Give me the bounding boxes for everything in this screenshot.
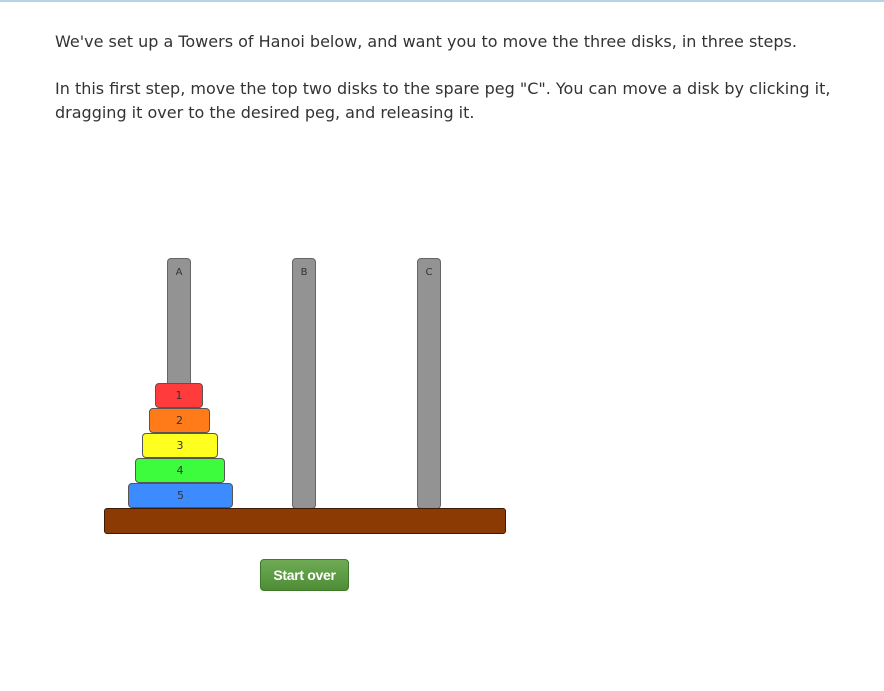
disk-4[interactable]: 4 bbox=[135, 458, 225, 483]
disk-2[interactable]: 2 bbox=[149, 408, 210, 433]
disk-4-label: 4 bbox=[176, 464, 184, 477]
disk-2-label: 2 bbox=[176, 414, 183, 427]
disk-3[interactable]: 3 bbox=[142, 433, 218, 458]
start-over-button[interactable]: Start over bbox=[260, 559, 349, 591]
peg-b[interactable]: B bbox=[292, 258, 316, 509]
base-platform bbox=[104, 508, 506, 534]
disk-5[interactable]: 5 bbox=[128, 483, 233, 508]
peg-b-label: B bbox=[300, 267, 308, 278]
peg-c[interactable]: C bbox=[417, 258, 441, 509]
peg-a-label: A bbox=[175, 267, 183, 278]
disk-1[interactable]: 1 bbox=[155, 383, 203, 408]
disk-1-label: 1 bbox=[175, 389, 183, 402]
hanoi-game: A B C 1 2 3 4 5 Start over bbox=[0, 0, 884, 691]
peg-c-label: C bbox=[425, 267, 433, 278]
disk-3-label: 3 bbox=[176, 439, 184, 452]
disk-5-label: 5 bbox=[177, 489, 184, 502]
